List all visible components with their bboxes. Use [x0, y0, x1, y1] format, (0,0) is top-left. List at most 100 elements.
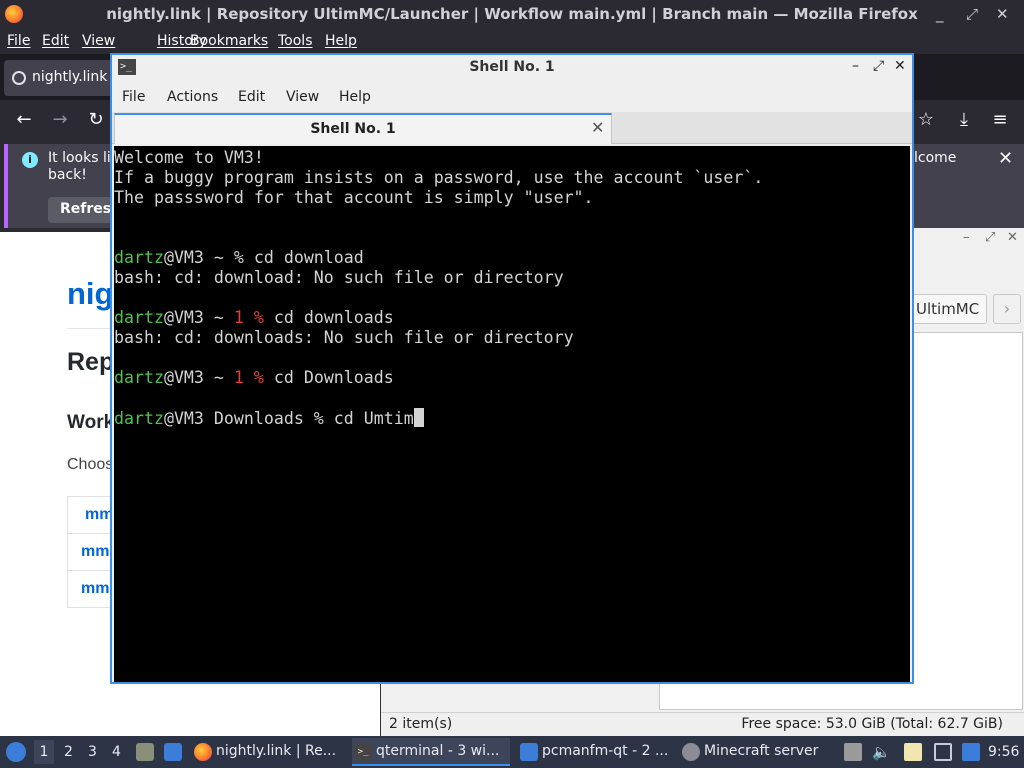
prompt-host: @VM3 ~ — [163, 368, 234, 387]
menu-help[interactable]: Help — [325, 33, 357, 49]
notice-right-text: lcome — [914, 150, 957, 166]
menu-edit[interactable]: Edit — [238, 89, 265, 105]
terminal-prompt-line: dartz@VM3 ~ 1 % cd downloads — [114, 308, 394, 328]
desktop-switch-2[interactable]: 2 — [64, 744, 73, 760]
menu-actions[interactable]: Actions — [167, 89, 218, 105]
desktop-switch-4[interactable]: 4 — [112, 744, 121, 760]
task-label: nightly.link | Re... — [216, 743, 337, 759]
clock[interactable]: 9:56 — [988, 744, 1019, 760]
desktop-switch-1[interactable]: 1 — [34, 740, 54, 764]
updates-icon[interactable] — [962, 743, 980, 761]
network-icon[interactable] — [934, 743, 952, 761]
page-heading: Rep — [67, 348, 115, 376]
clipboard-icon[interactable] — [904, 743, 922, 761]
prompt-command: cd Downloads — [263, 368, 394, 387]
download-icon[interactable]: ⤓ — [952, 108, 976, 132]
menu-edit[interactable]: Edit — [42, 33, 69, 49]
task-label: Minecraft server — [704, 743, 819, 759]
terminal-titlebar: >_ Shell No. 1 – ⤢ ✕ — [112, 55, 912, 81]
prompt-exit-status: 1 % — [233, 308, 264, 327]
prompt-user: dartz — [114, 308, 164, 327]
task-pcmanfm[interactable]: pcmanfm-qt - 2 ... — [518, 738, 674, 766]
terminal-window: >_ Shell No. 1 – ⤢ ✕ File Actions Edit V… — [110, 53, 914, 684]
page-title[interactable]: nig — [67, 276, 114, 312]
status-bar: 2 item(s) Free space: 53.0 GiB (Total: 6… — [381, 712, 1024, 736]
notice-text: It looks lik — [48, 150, 119, 166]
volume-icon[interactable]: 🔈 — [872, 743, 891, 761]
prompt-user: dartz — [114, 248, 164, 267]
trash-icon[interactable] — [844, 743, 862, 761]
path-bar: UltimMC › — [911, 290, 1024, 326]
browser-tab[interactable]: nightly.link | — [4, 60, 117, 96]
firefox-menubar: File Edit View History Bookmarks Tools H… — [0, 30, 1024, 54]
task-label: pcmanfm-qt - 2 ... — [542, 743, 669, 759]
page-instruction: Choos — [67, 456, 114, 473]
item-count: 2 item(s) — [389, 716, 453, 732]
taskbar: 1 2 3 4 nightly.link | Re... >_ qtermina… — [0, 736, 1024, 768]
reload-icon[interactable]: ↻ — [84, 108, 108, 132]
prompt-exit-status: 1 % — [233, 368, 264, 387]
close-icon[interactable]: ✕ — [894, 58, 906, 74]
maximize-icon[interactable]: ⤢ — [985, 230, 995, 245]
task-minecraft-server[interactable]: Minecraft server — [680, 738, 830, 766]
terminal-error-line: bash: cd: download: No such file or dire… — [114, 268, 564, 287]
close-icon[interactable]: ✕ — [998, 148, 1013, 169]
folder-icon — [520, 743, 538, 761]
free-space: Free space: 53.0 GiB (Total: 62.7 GiB) — [741, 716, 1003, 732]
terminal-prompt-line: dartz@VM3 Downloads % cd Umtim — [114, 408, 424, 428]
firefox-icon — [194, 743, 212, 761]
terminal-prompt-line: dartz@VM3 ~ 1 % cd Downloads — [114, 368, 394, 388]
prompt-user: dartz — [114, 368, 164, 387]
link-icon — [12, 71, 26, 85]
notice-text-continued: back! — [48, 167, 87, 183]
firefox-window-title: nightly.link | Repository UltimMC/Launch… — [106, 5, 918, 23]
prompt-host: @VM3 ~ — [163, 308, 234, 327]
minimize-icon[interactable]: – — [852, 58, 859, 74]
menu-help[interactable]: Help — [339, 89, 371, 105]
file-manager-titlebar: – ⤢ ✕ — [911, 228, 1024, 250]
page-subheading: Work — [67, 412, 115, 433]
close-icon[interactable]: ✕ — [996, 5, 1009, 23]
close-tab-icon[interactable]: ✕ — [591, 118, 604, 137]
terminal-tab-label: Shell No. 1 — [310, 121, 396, 137]
minimize-icon[interactable]: _ — [936, 5, 944, 23]
menu-file[interactable]: File — [122, 89, 145, 105]
info-icon: i — [22, 152, 38, 168]
terminal-output[interactable]: Welcome to VM3! If a buggy program insis… — [114, 146, 910, 682]
desktop-switch-3[interactable]: 3 — [88, 744, 97, 760]
forward-arrow-icon[interactable]: → — [48, 108, 72, 132]
path-crumb-button[interactable]: UltimMC — [911, 294, 987, 324]
start-menu-icon[interactable] — [6, 742, 26, 762]
maximize-icon[interactable]: ⤢ — [873, 58, 884, 74]
browser-tab-title: nightly.link | — [32, 69, 117, 85]
prompt-command: @VM3 ~ % cd download — [163, 248, 364, 267]
prompt-command: @VM3 Downloads % cd Umtim — [163, 409, 414, 428]
terminal-line: The passsword for that account is simply… — [114, 188, 594, 207]
terminal-error-line: bash: cd: downloads: No such file or dir… — [114, 328, 574, 347]
file-manager-launcher-icon[interactable] — [136, 743, 154, 761]
task-firefox[interactable]: nightly.link | Re... — [192, 738, 348, 766]
terminal-line: Welcome to VM3! — [114, 148, 264, 167]
hamburger-menu-icon[interactable]: ≡ — [988, 108, 1012, 132]
menu-view[interactable]: View — [82, 33, 115, 49]
terminal-line: If a buggy program insists on a password… — [114, 168, 764, 187]
artifact-link[interactable]: mm — [81, 580, 109, 598]
task-label: qterminal - 3 wi... — [376, 743, 500, 759]
show-desktop-icon[interactable] — [164, 743, 182, 761]
chevron-right-icon[interactable]: › — [993, 294, 1021, 324]
task-qterminal[interactable]: >_ qterminal - 3 wi... — [352, 738, 510, 766]
menu-file[interactable]: File — [7, 33, 30, 49]
close-icon[interactable]: ✕ — [1007, 230, 1018, 245]
back-arrow-icon[interactable]: ← — [12, 108, 36, 132]
firefox-titlebar: nightly.link | Repository UltimMC/Launch… — [0, 0, 1024, 30]
menu-bookmarks[interactable]: Bookmarks — [190, 33, 268, 49]
terminal-tabbar: Shell No. 1 ✕ — [112, 112, 912, 144]
terminal-window-title: Shell No. 1 — [469, 59, 555, 75]
minimize-icon[interactable]: – — [963, 230, 970, 245]
menu-view[interactable]: View — [286, 89, 319, 105]
menu-tools[interactable]: Tools — [278, 33, 313, 49]
bookmark-star-icon[interactable]: ☆ — [914, 108, 938, 132]
terminal-tab[interactable]: Shell No. 1 ✕ — [114, 113, 612, 144]
artifact-link[interactable]: mm — [81, 543, 109, 561]
maximize-icon[interactable]: ⤢ — [966, 5, 978, 23]
